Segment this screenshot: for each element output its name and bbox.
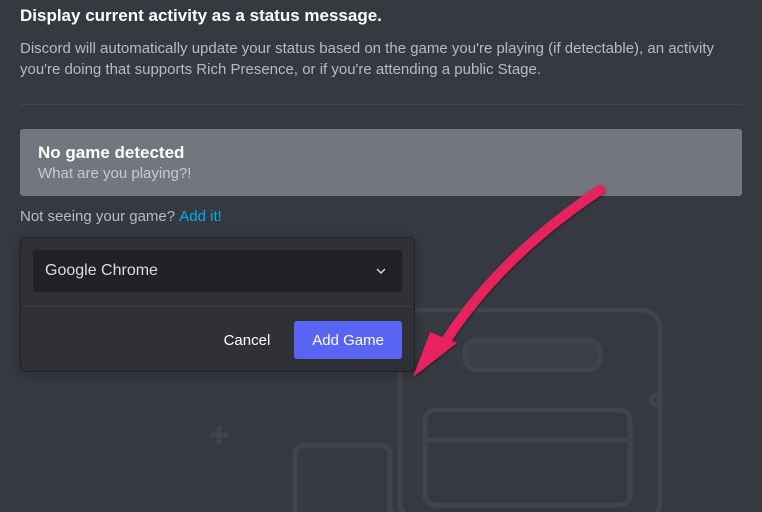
section-description: Discord will automatically update your s… (20, 38, 742, 80)
not-seeing-text: Not seeing your game? (20, 208, 179, 225)
add-game-button[interactable]: Add Game (294, 321, 402, 359)
divider (20, 104, 742, 105)
status-subtitle: What are you playing?! (38, 165, 724, 182)
game-select-value: Google Chrome (45, 262, 158, 280)
add-it-link[interactable]: Add it! (179, 208, 222, 225)
game-status-card: No game detected What are you playing?! (20, 129, 742, 196)
cancel-button[interactable]: Cancel (206, 321, 289, 359)
game-select[interactable]: Google Chrome (33, 250, 402, 292)
add-game-popout: Google Chrome Cancel Add Game (20, 237, 415, 372)
popout-divider (21, 306, 414, 307)
chevron-down-icon (372, 262, 390, 280)
status-title: No game detected (38, 143, 724, 163)
not-seeing-line: Not seeing your game? Add it! (20, 208, 742, 225)
section-heading: Display current activity as a status mes… (20, 6, 742, 26)
